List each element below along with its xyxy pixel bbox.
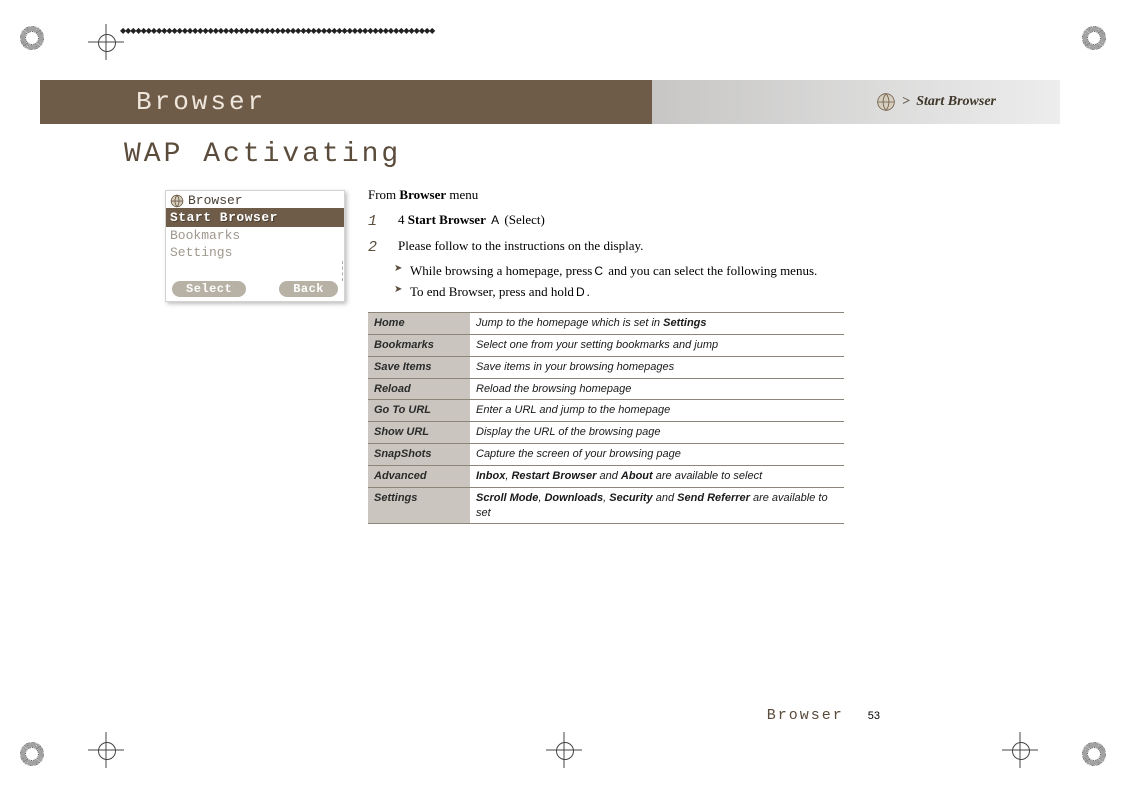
- page-title: Browser: [136, 87, 266, 117]
- option-key: Go To URL: [368, 400, 470, 422]
- phone-softkey-back: Back: [279, 281, 338, 297]
- breadcrumb-arrow-icon: >: [902, 94, 910, 110]
- footer-page-number: 53: [868, 710, 880, 722]
- note-item: To end Browser, press and holdD.: [394, 283, 844, 302]
- table-row: ReloadReload the browsing homepage: [368, 378, 844, 400]
- diamond-strip-icon: ◆◆◆◆◆◆◆◆◆◆◆◆◆◆◆◆◆◆◆◆◆◆◆◆◆◆◆◆◆◆◆◆◆◆◆◆◆◆◆◆…: [120, 24, 580, 38]
- breadcrumb-text: Start Browser: [916, 94, 996, 110]
- table-row: HomeJump to the homepage which is set in…: [368, 313, 844, 335]
- note-list: While browsing a homepage, pressC and yo…: [394, 262, 844, 302]
- footer-section: Browser: [767, 707, 844, 724]
- option-value: Enter a URL and jump to the homepage: [470, 400, 844, 422]
- step-body: Please follow to the instructions on the…: [398, 237, 844, 259]
- note-post: and you can select the following menus.: [605, 263, 817, 278]
- from-menu: Browser: [399, 187, 446, 202]
- cross-mark-icon: [94, 30, 118, 54]
- cross-mark-icon: [1008, 738, 1032, 762]
- step-paren-text: Select: [509, 212, 541, 227]
- page-footer: Browser 53: [124, 707, 880, 724]
- registration-mark-icon: [1082, 26, 1106, 50]
- note-pre: To end Browser, press and hold: [410, 284, 574, 299]
- from-suffix: menu: [446, 187, 478, 202]
- globe-icon: [876, 92, 896, 112]
- option-value: Scroll Mode, Downloads, Security and Sen…: [470, 487, 844, 524]
- table-row: SnapShotsCapture the screen of your brow…: [368, 444, 844, 466]
- option-value: Save items in your browsing homepages: [470, 356, 844, 378]
- table-row: BookmarksSelect one from your setting bo…: [368, 334, 844, 356]
- table-row: Go To URLEnter a URL and jump to the hom…: [368, 400, 844, 422]
- options-table: HomeJump to the homepage which is set in…: [368, 312, 844, 524]
- step-body: 4 Start Browser A (Select): [398, 211, 844, 233]
- option-key: Home: [368, 313, 470, 335]
- phone-softkey-select: Select: [172, 281, 246, 297]
- option-value: Capture the screen of your browsing page: [470, 444, 844, 466]
- option-key: Reload: [368, 378, 470, 400]
- option-value: Reload the browsing homepage: [470, 378, 844, 400]
- step-row: 2 Please follow to the instructions on t…: [368, 237, 844, 259]
- option-key: Show URL: [368, 422, 470, 444]
- note-pre: While browsing a homepage, press: [410, 263, 592, 278]
- key-cap-icon: A: [491, 213, 499, 227]
- step-command: Start Browser: [408, 212, 486, 227]
- option-value: Jump to the homepage which is set in Set…: [470, 313, 844, 335]
- registration-mark-icon: [20, 742, 44, 766]
- phone-title: Browser: [188, 193, 243, 208]
- table-row: AdvancedInbox, Restart Browser and About…: [368, 465, 844, 487]
- header-bar: Browser > Start Browser: [40, 80, 1060, 124]
- option-key: Advanced: [368, 465, 470, 487]
- from-line: From Browser menu: [368, 186, 844, 205]
- step-row: 1 4 Start Browser A (Select): [368, 211, 844, 233]
- option-value: Display the URL of the browsing page: [470, 422, 844, 444]
- body-column: From Browser menu 1 4 Start Browser A (S…: [368, 186, 844, 524]
- step-number: 1: [368, 211, 388, 233]
- table-row: Save ItemsSave items in your browsing ho…: [368, 356, 844, 378]
- key-cap-icon: D: [576, 285, 585, 299]
- globe-icon: [170, 194, 184, 208]
- note-post: .: [587, 284, 590, 299]
- step-paren: (Select): [504, 212, 544, 227]
- step-prefix: 4: [398, 212, 408, 227]
- cross-mark-icon: [552, 738, 576, 762]
- cross-mark-icon: [94, 738, 118, 762]
- option-value: Inbox, Restart Browser and About are ava…: [470, 465, 844, 487]
- option-key: Bookmarks: [368, 334, 470, 356]
- option-key: Save Items: [368, 356, 470, 378]
- phone-menu-item: Settings: [166, 244, 344, 261]
- section-heading: WAP Activating: [124, 139, 401, 170]
- phone-screenshot: Browser Start Browser Bookmarks Settings…: [165, 190, 345, 302]
- step-number: 2: [368, 237, 388, 259]
- table-row: SettingsScroll Mode, Downloads, Security…: [368, 487, 844, 524]
- note-item: While browsing a homepage, pressC and yo…: [394, 262, 844, 281]
- phone-menu-item: Bookmarks: [166, 227, 344, 244]
- registration-mark-icon: [1082, 742, 1106, 766]
- key-cap-icon: C: [594, 264, 603, 278]
- from-prefix: From: [368, 187, 399, 202]
- phone-menu-item-selected: Start Browser: [166, 208, 344, 227]
- table-row: Show URLDisplay the URL of the browsing …: [368, 422, 844, 444]
- registration-mark-icon: [20, 26, 44, 50]
- option-key: Settings: [368, 487, 470, 524]
- option-value: Select one from your setting bookmarks a…: [470, 334, 844, 356]
- breadcrumb: > Start Browser: [876, 92, 996, 112]
- option-key: SnapShots: [368, 444, 470, 466]
